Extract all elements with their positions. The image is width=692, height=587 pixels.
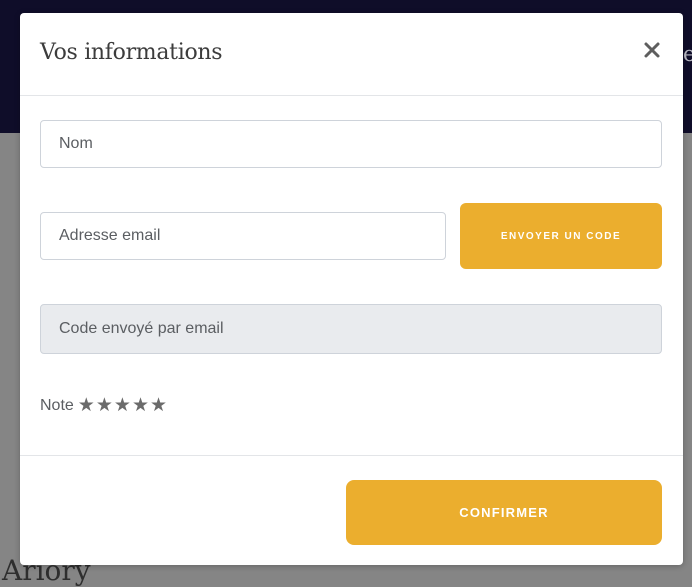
name-input[interactable] (40, 120, 662, 168)
star-icon[interactable]: ★ (96, 396, 113, 415)
rating-label: Note (40, 396, 74, 414)
footer-divider (20, 455, 683, 456)
star-icon[interactable]: ★ (114, 396, 131, 415)
modal-title: Vos informations (40, 40, 223, 65)
star-icon[interactable]: ★ (150, 396, 167, 415)
star-icon[interactable]: ★ (78, 396, 95, 415)
confirm-button[interactable]: Confirmer (346, 480, 662, 545)
email-code-input[interactable] (40, 304, 662, 354)
email-input[interactable] (40, 212, 446, 260)
close-icon (644, 42, 660, 58)
background-text-fragment: e (683, 42, 692, 66)
user-info-modal: Vos informations Envoyer un code Note ★ … (20, 13, 683, 565)
close-button[interactable] (640, 38, 664, 62)
rating: Note ★ ★ ★ ★ ★ (40, 396, 168, 415)
send-code-button[interactable]: Envoyer un code (460, 203, 662, 269)
star-rating-input: ★ ★ ★ ★ ★ (78, 396, 168, 415)
star-icon[interactable]: ★ (132, 396, 149, 415)
modal-header: Vos informations (20, 13, 683, 96)
